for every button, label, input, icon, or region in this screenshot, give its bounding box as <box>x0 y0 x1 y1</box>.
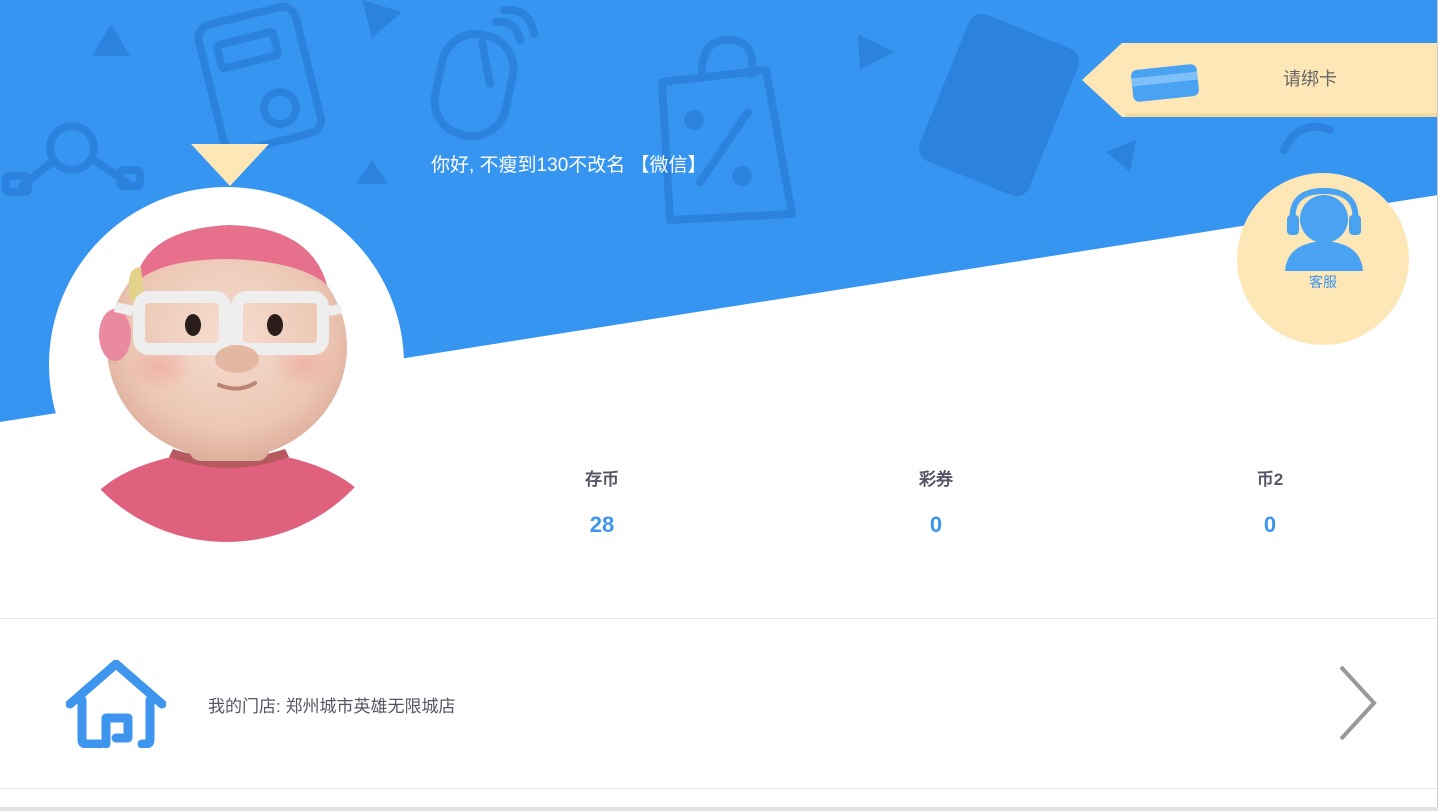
customer-service-label: 客服 <box>1309 274 1337 290</box>
stat-coin2[interactable]: 币2 0 <box>1170 468 1370 538</box>
avatar[interactable] <box>49 187 404 542</box>
stat-stored-coins[interactable]: 存币 28 <box>502 468 702 538</box>
my-store-text: 我的门店: 郑州城市英雄无限城店 <box>208 697 456 716</box>
bottom-edge <box>0 807 1438 811</box>
my-store-row[interactable]: 我的门店: 郑州城市英雄无限城店 <box>0 619 1438 788</box>
bind-card-label: 请绑卡 <box>1283 69 1337 89</box>
stat-value: 0 <box>1263 512 1277 537</box>
stat-label: 彩券 <box>919 470 953 489</box>
headset-agent-icon <box>1285 187 1363 271</box>
stat-lottery-tickets[interactable]: 彩券 0 <box>836 468 1036 538</box>
stat-value: 0 <box>929 512 943 537</box>
chevron-right-icon[interactable] <box>1336 663 1380 743</box>
cartoon-avatar-image <box>79 225 379 542</box>
stat-value: 28 <box>589 512 615 537</box>
stat-label: 币2 <box>1256 470 1284 489</box>
card-icon <box>1131 64 1199 102</box>
greeting-text: 你好, 不瘦到130不改名 【微信】 <box>431 155 707 176</box>
customer-service-button[interactable]: 客服 <box>1237 173 1409 345</box>
bind-card-button[interactable]: 请绑卡 <box>1082 43 1438 117</box>
stat-label: 存币 <box>585 470 619 489</box>
divider <box>0 788 1438 789</box>
avatar-pointer <box>191 144 269 186</box>
home-icon <box>66 660 166 748</box>
